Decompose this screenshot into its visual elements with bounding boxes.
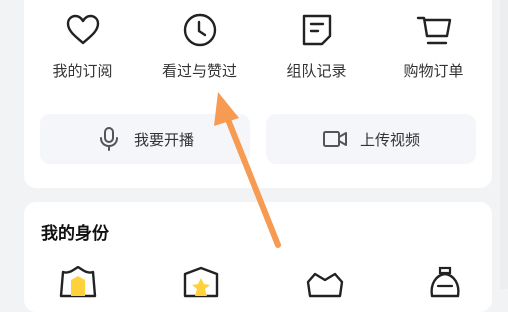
crown-badge-icon[interactable] xyxy=(304,266,346,302)
clock-icon xyxy=(183,13,216,47)
video-camera-icon xyxy=(322,131,347,147)
quick-item-label: 我的订阅 xyxy=(52,62,113,80)
microphone-icon xyxy=(99,127,118,151)
go-live-button[interactable]: 我要开播 xyxy=(40,114,250,164)
quick-menu: 我的订阅 看过与赞过 组队记录 购物订单 xyxy=(24,8,492,88)
quick-item-label: 组队记录 xyxy=(286,62,347,80)
quick-item-subscriptions[interactable]: 我的订阅 xyxy=(24,8,141,88)
shield-badge-icon[interactable] xyxy=(57,266,99,302)
shield-star-badge-icon[interactable] xyxy=(180,266,222,302)
upload-video-button[interactable]: 上传视频 xyxy=(266,114,476,164)
section-title: 我的身份 xyxy=(41,224,109,244)
quick-item-history-likes[interactable]: 看过与赞过 xyxy=(141,8,258,88)
quick-item-orders[interactable]: 购物订单 xyxy=(375,8,492,88)
identity-card: 我的身份 xyxy=(24,202,492,312)
medal-badge-icon[interactable] xyxy=(424,266,466,302)
services-card: 我的订阅 看过与赞过 组队记录 购物订单 我要开播 上传视频 xyxy=(24,0,492,188)
quick-item-team-records[interactable]: 组队记录 xyxy=(258,8,375,88)
quick-item-label: 购物订单 xyxy=(403,62,464,80)
upload-video-label: 上传视频 xyxy=(359,130,420,149)
go-live-label: 我要开播 xyxy=(133,130,194,149)
quick-item-label: 看过与赞过 xyxy=(161,62,237,80)
shopping-cart-icon xyxy=(416,16,451,45)
note-icon xyxy=(302,14,331,46)
heart-icon xyxy=(66,14,99,45)
identity-badges xyxy=(24,266,492,306)
screen-edge xyxy=(500,0,508,289)
